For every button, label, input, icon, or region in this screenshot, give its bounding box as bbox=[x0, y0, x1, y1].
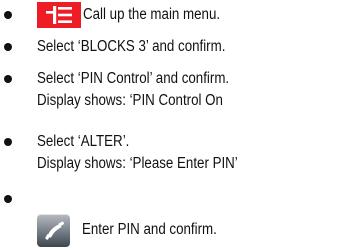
step-3-text-line-1: Select ‘PIN Control’ and confirm. bbox=[37, 70, 230, 87]
step-4-text-line-1: Select ‘ALTER’. bbox=[37, 133, 130, 150]
handset-glyph bbox=[45, 221, 65, 240]
step-2-text: Select ‘BLOCKS 3’ and confirm. bbox=[37, 38, 226, 55]
bullet-2 bbox=[4, 43, 12, 51]
bullet-1 bbox=[4, 11, 12, 19]
instruction-list: Call up the main menu. Select ‘BLOCKS 3’… bbox=[0, 0, 359, 249]
handset-key-icon bbox=[37, 214, 70, 247]
bullet-5 bbox=[4, 195, 12, 203]
step-3-text-line-2: Display shows: ‘PIN Control On bbox=[37, 92, 223, 109]
menu-key-glyph bbox=[46, 6, 72, 24]
step-1-text: Call up the main menu. bbox=[83, 6, 221, 23]
bullet-4 bbox=[4, 138, 12, 146]
bullet-3 bbox=[4, 75, 12, 83]
step-5-text: Enter PIN and confirm. bbox=[82, 221, 217, 238]
step-4-text-line-2: Display shows: ‘Please Enter PIN’ bbox=[37, 155, 238, 172]
menu-key-icon bbox=[37, 2, 81, 28]
